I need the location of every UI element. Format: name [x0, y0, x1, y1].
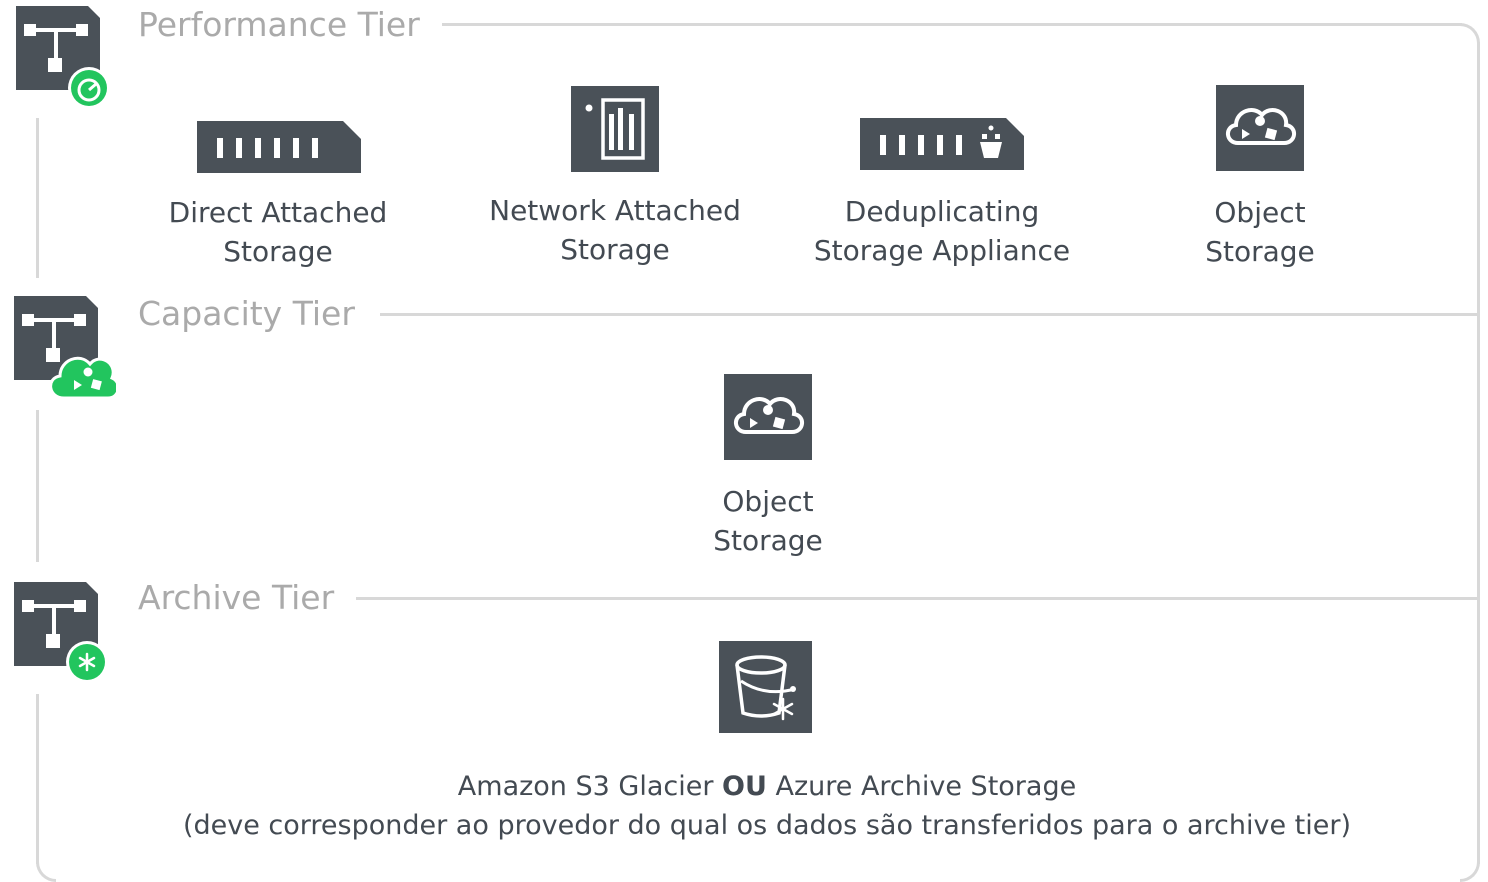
- cold-bucket-icon: [719, 641, 812, 733]
- capacity-object-storage-icon: [724, 374, 812, 460]
- network-attached-storage-label: Network Attached Storage: [489, 194, 741, 266]
- direct-attached-storage-label: Direct Attached Storage: [168, 196, 388, 268]
- performance-object-storage-icon: [1216, 85, 1304, 171]
- capacity-object-storage-label: Object Storage: [713, 485, 823, 557]
- network-attached-storage-icon: [571, 86, 659, 172]
- capacity-tier-icon: [14, 296, 116, 400]
- archive-storage-line2: (deve corresponder ao provedor do qual o…: [182, 810, 1352, 841]
- performance-tier-title: Performance Tier: [138, 5, 442, 45]
- archive-tier-icon: [14, 582, 108, 683]
- deduplicating-storage-appliance-label: Deduplicating Storage Appliance: [813, 195, 1071, 267]
- archive-storage-line1: Amazon S3 Glacier OU Azure Archive Stora…: [457, 771, 1077, 802]
- deduplicating-storage-appliance-icon: [860, 118, 1024, 170]
- performance-object-storage-label: Object Storage: [1205, 196, 1315, 268]
- archive-tier-title: Archive Tier: [138, 578, 357, 618]
- performance-tier-icon: [16, 6, 110, 109]
- capacity-tier-title: Capacity Tier: [138, 294, 377, 334]
- direct-attached-storage-icon: [197, 121, 361, 173]
- or-emphasis: OU: [722, 771, 767, 802]
